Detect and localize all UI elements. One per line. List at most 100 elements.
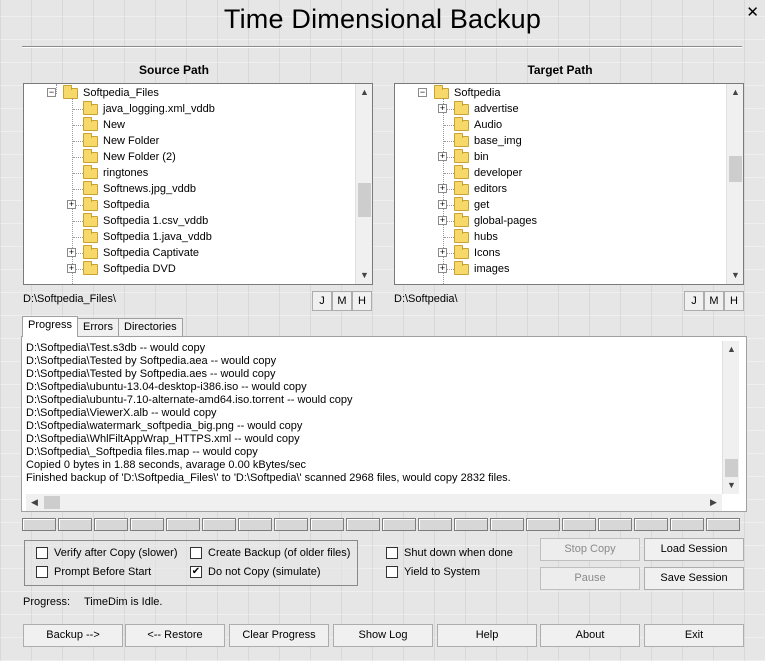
- tree-node[interactable]: + get: [395, 197, 725, 213]
- expand-icon[interactable]: +: [438, 216, 447, 225]
- tree-node-root[interactable]: − Softpedia: [395, 85, 725, 101]
- expand-icon[interactable]: +: [438, 264, 447, 273]
- tree-node[interactable]: + Softpedia: [24, 197, 354, 213]
- source-h-button[interactable]: H: [352, 291, 372, 311]
- checkbox-box[interactable]: [190, 547, 202, 559]
- scroll-thumb[interactable]: [44, 496, 60, 509]
- folder-icon: [454, 229, 469, 243]
- checkbox-box[interactable]: [386, 566, 398, 578]
- target-path-text: D:\Softpedia\: [394, 293, 458, 305]
- tab-directories[interactable]: Directories: [118, 318, 183, 337]
- collapse-icon[interactable]: −: [47, 88, 56, 97]
- source-tree[interactable]: − Softpedia_Files java_logging.xml_vddb N…: [23, 83, 373, 285]
- tree-node[interactable]: ringtones: [24, 165, 354, 181]
- folder-icon: [83, 245, 98, 259]
- scroll-thumb[interactable]: [729, 156, 742, 182]
- tree-node-root[interactable]: − Softpedia_Files: [24, 85, 354, 101]
- scroll-down-icon[interactable]: ▼: [723, 477, 740, 494]
- save-session-button[interactable]: Save Session: [644, 567, 744, 590]
- exit-button[interactable]: Exit: [644, 624, 744, 647]
- show-log-button[interactable]: Show Log: [333, 624, 433, 647]
- target-m-button[interactable]: M: [704, 291, 724, 311]
- folder-icon: [83, 101, 98, 115]
- close-icon[interactable]: ✕: [746, 3, 759, 21]
- checkbox-box[interactable]: [36, 547, 48, 559]
- tree-node[interactable]: base_img: [395, 133, 725, 149]
- tree-node[interactable]: + images: [395, 261, 725, 277]
- tree-node[interactable]: + editors: [395, 181, 725, 197]
- tree-node[interactable]: + Icons: [395, 245, 725, 261]
- tree-node-label: New Folder: [103, 135, 160, 147]
- tree-node[interactable]: + bin: [395, 149, 725, 165]
- tree-node[interactable]: Audio: [395, 117, 725, 133]
- tree-node[interactable]: + advertise: [395, 101, 725, 117]
- checkbox-box[interactable]: ✔: [190, 566, 202, 578]
- expand-icon[interactable]: +: [67, 200, 76, 209]
- expand-icon[interactable]: +: [438, 152, 447, 161]
- restore-button[interactable]: <-- Restore: [125, 624, 225, 647]
- checkbox-box[interactable]: [36, 566, 48, 578]
- window-title: Time Dimensional Backup: [223, 4, 542, 34]
- source-m-button[interactable]: M: [332, 291, 352, 311]
- progress-segment: [274, 518, 308, 531]
- expand-icon[interactable]: +: [438, 184, 447, 193]
- log-horizontal-scrollbar[interactable]: ◀ ▶: [26, 494, 722, 511]
- expand-icon[interactable]: +: [438, 200, 447, 209]
- checkbox-box[interactable]: [386, 547, 398, 559]
- tree-node-label: Softnews.jpg_vddb: [103, 183, 196, 195]
- expand-icon[interactable]: +: [67, 264, 76, 273]
- collapse-icon[interactable]: −: [418, 88, 427, 97]
- target-tree[interactable]: − Softpedia + advertise Audio base_img + bin d…: [394, 83, 744, 285]
- scroll-right-icon[interactable]: ▶: [705, 494, 722, 511]
- expand-icon[interactable]: +: [67, 248, 76, 257]
- folder-icon: [454, 197, 469, 211]
- pause-button[interactable]: Pause: [540, 567, 640, 590]
- tree-node-label: Softpedia Captivate: [103, 247, 200, 259]
- tree-node[interactable]: Softnews.jpg_vddb: [24, 181, 354, 197]
- scroll-down-icon[interactable]: ▼: [727, 267, 743, 284]
- tab-progress[interactable]: Progress: [22, 316, 79, 337]
- clear-progress-button[interactable]: Clear Progress: [229, 624, 329, 647]
- tree-node-label: Softpedia 1.java_vddb: [103, 231, 212, 243]
- checkbox-label: Yield to System: [404, 566, 481, 578]
- about-button[interactable]: About: [540, 624, 640, 647]
- stop-copy-button[interactable]: Stop Copy: [540, 538, 640, 561]
- backup-button[interactable]: Backup -->: [23, 624, 123, 647]
- tree-node[interactable]: New Folder (2): [24, 149, 354, 165]
- source-tree-scrollbar[interactable]: ▲ ▼: [355, 84, 372, 284]
- scroll-thumb[interactable]: [358, 183, 371, 217]
- tree-node[interactable]: New: [24, 117, 354, 133]
- folder-icon: [83, 165, 98, 179]
- scroll-thumb[interactable]: [725, 459, 738, 477]
- tree-node[interactable]: New Folder: [24, 133, 354, 149]
- scroll-down-icon[interactable]: ▼: [356, 267, 372, 284]
- tree-node[interactable]: Softpedia 1.java_vddb: [24, 229, 354, 245]
- tree-node[interactable]: + Softpedia DVD: [24, 261, 354, 277]
- target-tree-scrollbar[interactable]: ▲ ▼: [726, 84, 743, 284]
- expand-icon[interactable]: +: [438, 104, 447, 113]
- scroll-up-icon[interactable]: ▲: [356, 84, 372, 101]
- tree-node[interactable]: hubs: [395, 229, 725, 245]
- help-button[interactable]: Help: [437, 624, 537, 647]
- scroll-up-icon[interactable]: ▲: [723, 341, 740, 358]
- folder-icon: [83, 229, 98, 243]
- tree-node[interactable]: + Softpedia Captivate: [24, 245, 354, 261]
- log-vertical-scrollbar[interactable]: ▲ ▼: [722, 341, 739, 494]
- source-j-button[interactable]: J: [312, 291, 332, 311]
- target-h-button[interactable]: H: [724, 291, 744, 311]
- load-session-button[interactable]: Load Session: [644, 538, 744, 561]
- tree-node[interactable]: developer: [395, 165, 725, 181]
- tree-node-label: Icons: [474, 247, 501, 259]
- target-j-button[interactable]: J: [684, 291, 704, 311]
- scroll-up-icon[interactable]: ▲: [727, 84, 743, 101]
- tab-errors[interactable]: Errors: [77, 318, 119, 337]
- log-line: D:\Softpedia\ubuntu-7.10-alternate-amd64…: [26, 394, 353, 406]
- expand-icon[interactable]: +: [438, 248, 447, 257]
- tree-node[interactable]: java_logging.xml_vddb: [24, 101, 354, 117]
- folder-icon: [83, 181, 98, 195]
- tree-node-label: base_img: [474, 135, 522, 147]
- tree-node-label: Softpedia_Files: [83, 87, 159, 99]
- scroll-left-icon[interactable]: ◀: [26, 494, 43, 511]
- tree-node[interactable]: Softpedia 1.csv_vddb: [24, 213, 354, 229]
- tree-node[interactable]: + global-pages: [395, 213, 725, 229]
